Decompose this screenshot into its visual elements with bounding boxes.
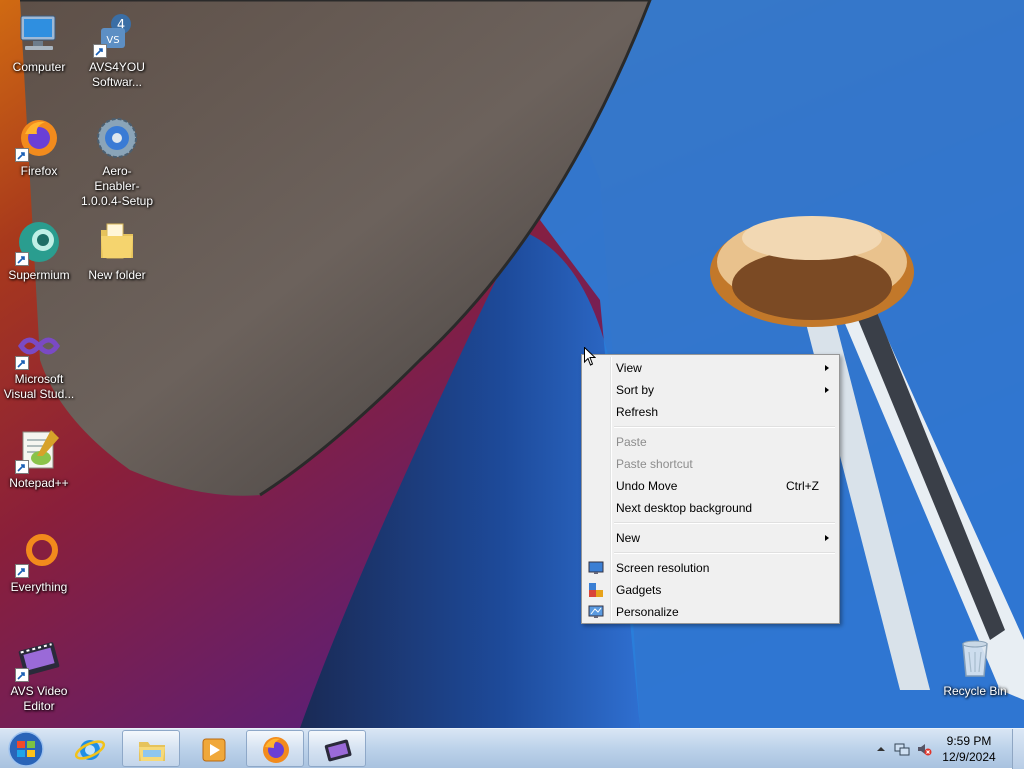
network-icon[interactable] bbox=[894, 741, 910, 757]
start-button[interactable] bbox=[4, 730, 48, 768]
visual-studio-icon bbox=[15, 322, 63, 370]
menu-item-label: New bbox=[616, 531, 641, 545]
submenu-arrow-icon bbox=[825, 387, 829, 393]
submenu-arrow-icon bbox=[825, 365, 829, 371]
desktop-icon-label: Computer bbox=[12, 60, 66, 74]
menu-item-label: Sort by bbox=[616, 383, 655, 397]
windows-logo-icon bbox=[8, 731, 44, 767]
supermium-icon bbox=[15, 218, 63, 266]
wallpaper bbox=[0, 0, 1024, 728]
shortcut-arrow-icon bbox=[15, 148, 29, 162]
menu-item-shortcut: Ctrl+Z bbox=[786, 479, 819, 493]
desktop-icon-label: Microsoft Visual Stud... bbox=[3, 372, 75, 401]
system-tray: 9:59 PM 12/9/2024 bbox=[864, 729, 1024, 769]
personalize-icon bbox=[588, 605, 604, 618]
menu-item-undo-move[interactable]: Undo Move Ctrl+Z bbox=[584, 475, 837, 497]
menu-item-gadgets[interactable]: Gadgets bbox=[584, 579, 837, 601]
menu-item-sort-by[interactable]: Sort by bbox=[584, 379, 837, 401]
file-explorer-icon bbox=[139, 742, 165, 761]
desktop-icon-avs-video-editor[interactable]: AVS Video Editor bbox=[0, 634, 78, 714]
shortcut-arrow-icon bbox=[15, 460, 29, 474]
desktop-icon-label: Aero-Enabler-1.0.0.4-Setup bbox=[80, 164, 154, 208]
volume-muted-icon[interactable] bbox=[916, 741, 932, 757]
desktop-context-menu: View Sort by Refresh Paste Paste shortcu… bbox=[581, 354, 840, 624]
taskbar-item-media-player[interactable] bbox=[184, 730, 242, 767]
menu-item-label: Personalize bbox=[616, 605, 679, 619]
desktop-icon-label: Notepad++ bbox=[9, 476, 69, 490]
menu-item-label: View bbox=[616, 361, 642, 375]
desktop-icon-visual-studio[interactable]: Microsoft Visual Stud... bbox=[0, 322, 78, 402]
desktop-icon-aero-enabler[interactable]: Aero-Enabler-1.0.0.4-Setup bbox=[78, 114, 156, 209]
firefox-icon bbox=[263, 737, 289, 763]
setup-gear-icon bbox=[93, 114, 141, 162]
desktop-icon-label: AVS4YOU Softwar... bbox=[89, 60, 145, 89]
desktop-icon-label: New folder bbox=[88, 268, 146, 282]
submenu-arrow-icon bbox=[825, 535, 829, 541]
avs-video-editor-icon bbox=[15, 634, 63, 682]
desktop-icon-firefox[interactable]: Firefox bbox=[0, 114, 78, 179]
computer-icon bbox=[15, 10, 63, 58]
shortcut-arrow-icon bbox=[15, 356, 29, 370]
media-player-icon bbox=[202, 738, 226, 762]
screen-resolution-icon bbox=[588, 561, 604, 574]
firefox-icon bbox=[15, 114, 63, 162]
menu-separator bbox=[584, 549, 837, 557]
menu-item-personalize[interactable]: Personalize bbox=[584, 601, 837, 623]
menu-item-new[interactable]: New bbox=[584, 527, 837, 549]
menu-item-label: Paste shortcut bbox=[616, 457, 693, 471]
desktop-icon-recycle-bin[interactable]: Recycle Bin bbox=[936, 634, 1014, 699]
folder-icon bbox=[93, 218, 141, 266]
desktop-icon-new-folder[interactable]: New folder bbox=[78, 218, 156, 283]
clock-time: 9:59 PM bbox=[946, 734, 992, 748]
shortcut-arrow-icon bbox=[15, 564, 29, 578]
menu-item-view[interactable]: View bbox=[584, 357, 837, 379]
desktop-icon-label: AVS Video Editor bbox=[10, 684, 68, 713]
desktop[interactable]: Computer 4 VS AVS4YOU Softwar... Firefox … bbox=[0, 0, 1024, 728]
show-hidden-icons-icon[interactable] bbox=[876, 744, 886, 754]
desktop-icon-notepadpp[interactable]: Notepad++ bbox=[0, 426, 78, 491]
taskbar-item-internet-explorer[interactable] bbox=[60, 730, 118, 767]
shortcut-arrow-icon bbox=[93, 44, 107, 58]
menu-item-label: Refresh bbox=[616, 405, 659, 419]
menu-item-screen-resolution[interactable]: Screen resolution bbox=[584, 557, 837, 579]
desktop-icon-label: Firefox bbox=[20, 164, 58, 178]
avs4you-icon: 4 VS bbox=[93, 10, 141, 58]
avs-video-editor-icon bbox=[324, 739, 352, 762]
mouse-cursor-icon bbox=[584, 347, 596, 366]
menu-item-next-desktop-background[interactable]: Next desktop background bbox=[584, 497, 837, 519]
gadgets-icon bbox=[589, 583, 603, 597]
menu-separator bbox=[584, 423, 837, 431]
desktop-icon-everything[interactable]: Everything bbox=[0, 530, 78, 595]
desktop-icon-label: Recycle Bin bbox=[943, 684, 1007, 698]
menu-item-label: Gadgets bbox=[616, 583, 662, 597]
shortcut-arrow-icon bbox=[15, 668, 29, 682]
desktop-icon-supermium[interactable]: Supermium bbox=[0, 218, 78, 283]
taskbar-item-avs-video-editor[interactable] bbox=[308, 730, 366, 767]
recycle-bin-icon bbox=[951, 634, 999, 682]
show-desktop-button[interactable] bbox=[1012, 729, 1024, 769]
menu-separator bbox=[584, 519, 837, 527]
desktop-icon-label: Everything bbox=[10, 580, 68, 594]
desktop-icon-avs4you[interactable]: 4 VS AVS4YOU Softwar... bbox=[78, 10, 156, 90]
taskbar-item-windows-explorer[interactable] bbox=[122, 730, 180, 767]
menu-item-paste-shortcut: Paste shortcut bbox=[584, 453, 837, 475]
clock-date: 12/9/2024 bbox=[942, 750, 996, 764]
desktop-icon-label: Supermium bbox=[8, 268, 70, 282]
clock[interactable]: 9:59 PM 12/9/2024 bbox=[934, 733, 1004, 765]
menu-item-paste: Paste bbox=[584, 431, 837, 453]
menu-item-label: Screen resolution bbox=[616, 561, 710, 575]
menu-item-label: Undo Move bbox=[616, 479, 678, 493]
notepadpp-icon bbox=[15, 426, 63, 474]
shortcut-arrow-icon bbox=[15, 252, 29, 266]
desktop-icon-computer[interactable]: Computer bbox=[0, 10, 78, 75]
internet-explorer-icon bbox=[74, 740, 106, 760]
svg-text:VS: VS bbox=[106, 35, 119, 46]
menu-item-label: Paste bbox=[616, 435, 647, 449]
taskbar: 9:59 PM 12/9/2024 bbox=[0, 728, 1024, 769]
everything-icon bbox=[15, 530, 63, 578]
menu-item-label: Next desktop background bbox=[616, 501, 753, 515]
menu-item-refresh[interactable]: Refresh bbox=[584, 401, 837, 423]
taskbar-item-firefox[interactable] bbox=[246, 730, 304, 767]
